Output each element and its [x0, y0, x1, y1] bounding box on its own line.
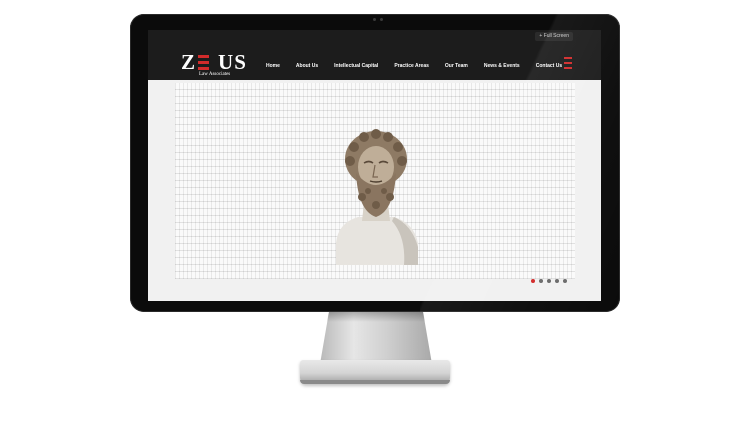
- nav-item-intellectual-capital[interactable]: Intellectual Capital: [334, 61, 378, 71]
- camera-sensor: [380, 18, 383, 21]
- slider-dot-1[interactable]: [531, 279, 535, 283]
- site-logo[interactable]: Z US Law Associates: [181, 52, 251, 82]
- logo-wordmark: Z US: [181, 50, 247, 74]
- nav-item-our-team[interactable]: Our Team: [445, 61, 468, 71]
- nav-item-practice-areas[interactable]: Practice Areas: [394, 61, 429, 71]
- monitor-screen: + Full Screen Z US Law Associates Home A…: [148, 30, 601, 301]
- monitor-stand-base-edge: [300, 380, 450, 384]
- slider-dots: [531, 279, 567, 283]
- site-header: + Full Screen Z US Law Associates Home A…: [148, 30, 601, 80]
- slider-dot-2[interactable]: [539, 279, 543, 283]
- slider-dot-3[interactable]: [547, 279, 551, 283]
- slider-dot-5[interactable]: [563, 279, 567, 283]
- nav-item-about-us[interactable]: About Us: [296, 61, 318, 71]
- menu-icon[interactable]: [564, 57, 572, 69]
- zeus-bust-image: [336, 129, 418, 265]
- monitor-frame: + Full Screen Z US Law Associates Home A…: [130, 14, 620, 312]
- nav-item-news-events[interactable]: News & Events: [484, 61, 520, 71]
- slider-dot-4[interactable]: [555, 279, 559, 283]
- logo-e-bars-icon: [198, 55, 209, 70]
- logo-tagline: Law Associates: [199, 72, 231, 77]
- monitor-stand-shadow: [326, 312, 426, 322]
- fullscreen-button[interactable]: + Full Screen: [535, 32, 573, 41]
- nav-item-contact-us[interactable]: Contact Us: [536, 61, 562, 71]
- main-nav: Home About Us Intellectual Capital Pract…: [266, 61, 562, 71]
- camera-icon: [373, 18, 376, 21]
- nav-item-home[interactable]: Home: [266, 61, 280, 71]
- hero-slider: [148, 80, 601, 301]
